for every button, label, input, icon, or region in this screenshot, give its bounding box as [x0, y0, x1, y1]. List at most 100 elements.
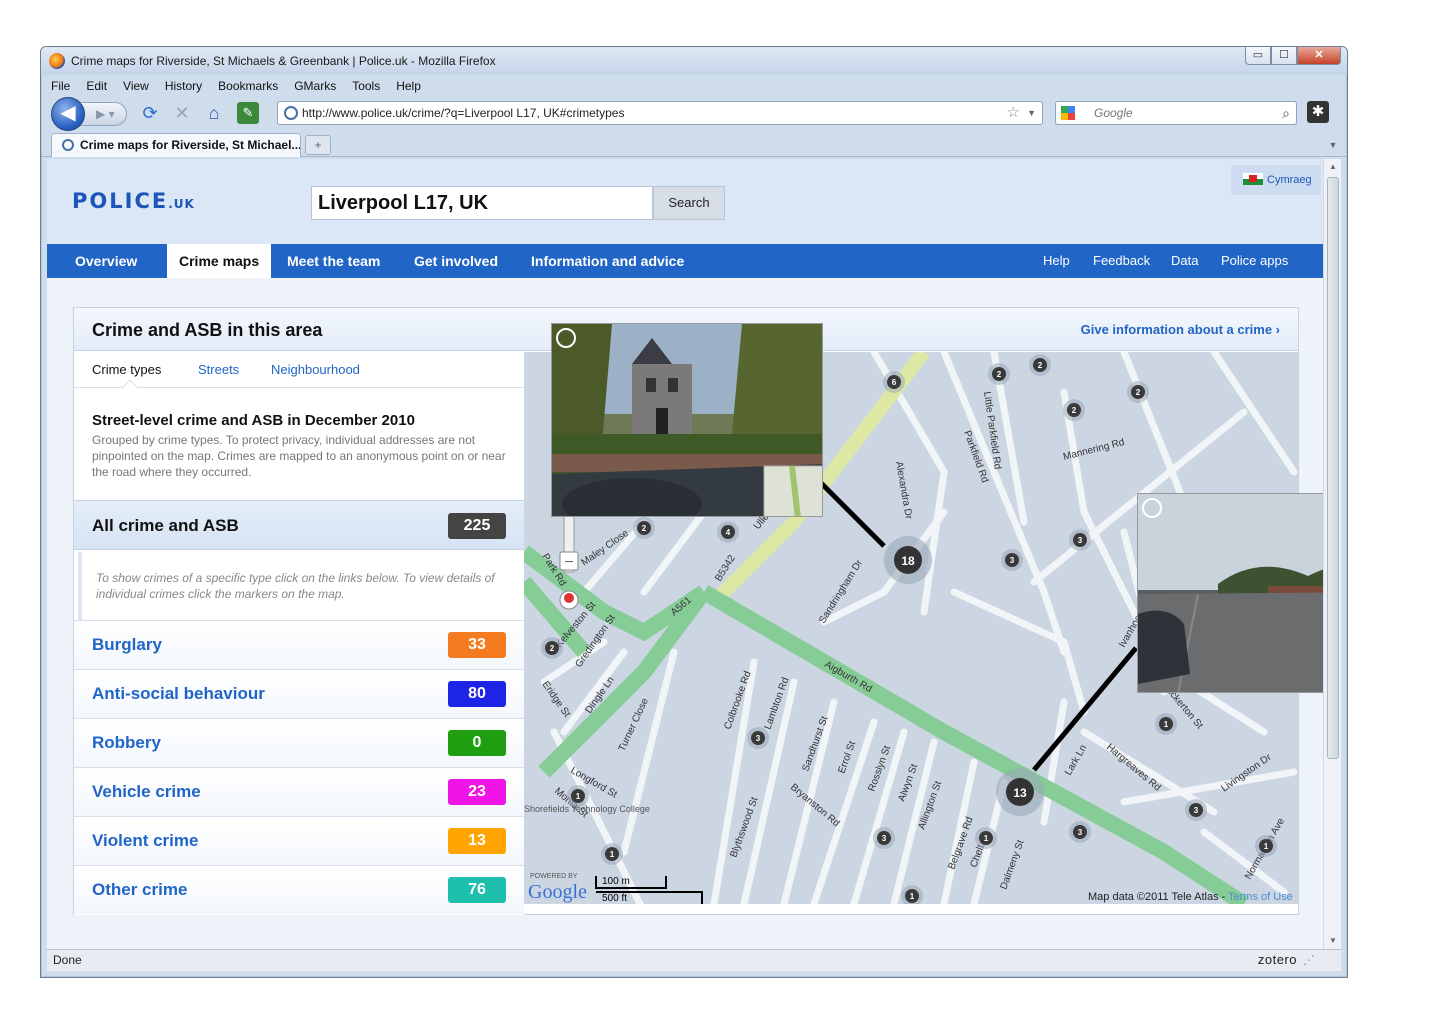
streetview-photo[interactable] — [1137, 493, 1323, 693]
resize-grip-icon[interactable]: ⋰ — [1303, 950, 1315, 970]
crime-marker[interactable]: 1 — [1155, 713, 1177, 735]
category-label[interactable]: Violent crime — [92, 831, 198, 851]
menu-file[interactable]: File — [49, 77, 72, 97]
google-logo[interactable]: Google — [528, 881, 587, 903]
scrollbar-thumb[interactable] — [1327, 177, 1339, 759]
firefox-icon — [49, 53, 65, 69]
language-link[interactable]: Cymraeg — [1231, 165, 1321, 195]
all-crime-row[interactable]: All crime and ASB 225 — [74, 500, 524, 550]
crime-marker[interactable]: 3 — [873, 827, 895, 849]
terms-of-use-link[interactable]: Terms of Use — [1228, 891, 1293, 903]
category-row-burglary[interactable]: Burglary 33 — [74, 620, 524, 669]
menu-history[interactable]: History — [163, 77, 204, 97]
tab-list-chevron-icon[interactable]: ▼ — [1325, 137, 1341, 153]
back-button[interactable]: ◀ — [51, 97, 85, 131]
powered-by-label: POWERED BY — [530, 873, 578, 880]
cluster-marker[interactable]: 18 — [884, 536, 932, 584]
home-icon[interactable]: ⌂ — [203, 102, 225, 124]
maximize-button[interactable]: ☐ — [1271, 47, 1297, 65]
menu-bookmarks[interactable]: Bookmarks — [216, 77, 280, 97]
crime-marker[interactable]: 2 — [541, 637, 563, 659]
address-bar[interactable]: http://www.police.uk/crime/?q=Liverpool … — [277, 101, 1043, 125]
evernote-icon[interactable]: ✎ — [237, 102, 259, 124]
vertical-scrollbar[interactable]: ▲ ▼ — [1323, 159, 1341, 949]
category-label[interactable]: Other crime — [92, 880, 187, 900]
chevron-down-icon[interactable]: ▼ — [1027, 102, 1036, 124]
svg-text:18: 18 — [901, 554, 915, 568]
search-button[interactable]: Search — [653, 186, 725, 220]
svg-text:2: 2 — [1038, 361, 1043, 370]
crime-marker[interactable]: 4 — [717, 521, 739, 543]
category-row-violent[interactable]: Violent crime 13 — [74, 816, 524, 865]
svg-text:2: 2 — [997, 370, 1002, 379]
tab-neighbourhood[interactable]: Neighbourhood — [271, 362, 360, 377]
crime-marker[interactable]: 1 — [601, 843, 623, 865]
nav-feedback[interactable]: Feedback — [1093, 244, 1150, 278]
location-search-input[interactable]: Liverpool L17, UK — [311, 186, 653, 220]
category-label[interactable]: Robbery — [92, 733, 161, 753]
site-identity-icon[interactable] — [284, 106, 298, 120]
category-label[interactable]: Anti-social behaviour — [92, 684, 265, 704]
category-count: 33 — [448, 632, 506, 658]
category-label[interactable]: Burglary — [92, 635, 162, 655]
crime-marker[interactable]: 1 — [1255, 835, 1277, 857]
streetview-photo[interactable] — [551, 323, 823, 517]
menu-tools[interactable]: Tools — [350, 77, 382, 97]
tab-streets[interactable]: Streets — [198, 362, 239, 377]
crime-marker[interactable]: 2 — [1063, 399, 1085, 421]
crime-marker[interactable]: 3 — [1001, 549, 1023, 571]
scroll-up-icon[interactable]: ▲ — [1324, 159, 1342, 175]
svg-text:1: 1 — [610, 850, 615, 859]
google-engine-icon[interactable] — [1061, 106, 1075, 120]
menu-help[interactable]: Help — [394, 77, 423, 97]
nav-help[interactable]: Help — [1043, 244, 1070, 278]
menu-gmarks[interactable]: GMarks — [292, 77, 338, 97]
crime-marker[interactable]: 2 — [988, 363, 1010, 385]
crime-marker[interactable]: 2 — [1127, 381, 1149, 403]
nav-police-apps[interactable]: Police apps — [1221, 244, 1288, 278]
minimize-button[interactable]: ▭ — [1245, 47, 1271, 65]
scroll-down-icon[interactable]: ▼ — [1324, 933, 1342, 949]
category-row-other[interactable]: Other crime 76 — [74, 865, 524, 914]
tab-crime-types[interactable]: Crime types — [92, 362, 161, 377]
panel-title: Crime and ASB in this area — [92, 320, 323, 340]
menu-view[interactable]: View — [121, 77, 151, 97]
bookmark-star-icon[interactable]: ☆ — [1007, 102, 1020, 124]
crime-marker[interactable]: 1 — [567, 785, 589, 807]
intro-text: Grouped by crime types. To protect priva… — [92, 433, 506, 479]
search-icon[interactable]: ⌕ — [1282, 102, 1290, 124]
svg-text:3: 3 — [882, 834, 887, 843]
stop-icon[interactable]: ✕ — [171, 102, 193, 124]
nav-information-and-advice[interactable]: Information and advice — [531, 244, 684, 278]
crime-marker[interactable]: 1 — [975, 827, 997, 849]
crime-marker[interactable]: 3 — [747, 727, 769, 749]
reload-icon[interactable]: ⟳ — [139, 102, 161, 124]
category-row-vehicle[interactable]: Vehicle crime 23 — [74, 767, 524, 816]
nav-overview[interactable]: Overview — [75, 244, 137, 278]
nav-get-involved[interactable]: Get involved — [414, 244, 498, 278]
status-bar: Done zotero ⋰ — [47, 949, 1341, 971]
crime-marker[interactable]: 6 — [883, 371, 905, 393]
menu-edit[interactable]: Edit — [84, 77, 109, 97]
zotero-button[interactable]: zotero — [1258, 950, 1297, 970]
cluster-marker[interactable]: 13 — [996, 768, 1044, 816]
new-tab-button[interactable]: + — [305, 135, 331, 155]
nav-crime-maps[interactable]: Crime maps — [167, 244, 272, 278]
crime-marker[interactable]: 3 — [1185, 799, 1207, 821]
crime-marker[interactable]: 3 — [1069, 529, 1091, 551]
crime-marker[interactable]: 2 — [1029, 354, 1051, 376]
crime-marker[interactable]: 2 — [633, 517, 655, 539]
police-uk-logo[interactable]: POLICE.UK — [72, 189, 195, 213]
category-label[interactable]: Vehicle crime — [92, 782, 201, 802]
category-row-robbery[interactable]: Robbery 0 — [74, 718, 524, 767]
nav-data[interactable]: Data — [1171, 244, 1198, 278]
nav-meet-the-team[interactable]: Meet the team — [287, 244, 380, 278]
give-information-link[interactable]: Give information about a crime › — [1081, 322, 1280, 337]
category-row-anti-social[interactable]: Anti-social behaviour 80 — [74, 669, 524, 718]
pegman-icon[interactable] — [559, 590, 579, 610]
addon-gear-icon[interactable]: ✱ — [1307, 101, 1329, 123]
close-button[interactable]: ✕ — [1297, 47, 1341, 65]
crime-marker[interactable]: 3 — [1069, 821, 1091, 843]
tab-crime-maps[interactable]: Crime maps for Riverside, St Michael... — [51, 133, 301, 157]
search-input[interactable]: Google ⌕ — [1055, 101, 1297, 125]
